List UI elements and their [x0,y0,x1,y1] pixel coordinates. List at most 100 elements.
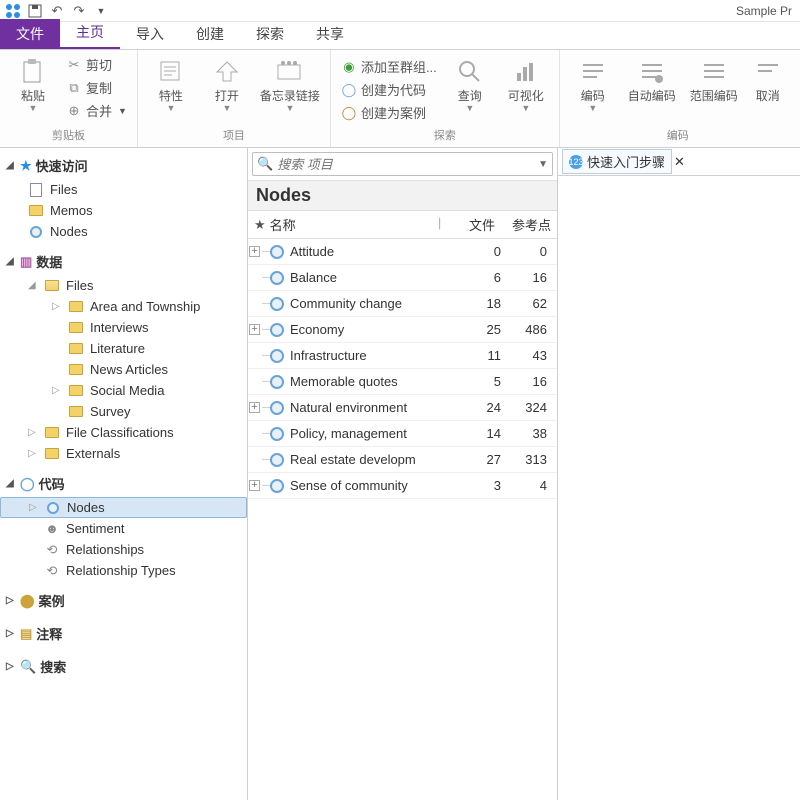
expand-icon[interactable]: ▷ [52,385,62,396]
list-body: +—Attitude00—Balance616—Community change… [248,239,557,800]
copy-button[interactable]: ⧉复制 [64,77,129,98]
nav-item-relationship-types[interactable]: ⟲Relationship Types [0,560,247,581]
nav-item-quick-files[interactable]: Files [0,179,247,200]
ribbon-tabs: 文件 主页 导入 创建 探索 共享 [0,22,800,50]
nav-item-literature[interactable]: Literature [0,338,247,359]
nav-item-interviews[interactable]: Interviews [0,317,247,338]
close-tab-icon[interactable]: ✕ [674,154,685,170]
chevron-down-icon: ◢ [6,478,16,489]
memo-link-button[interactable]: 备忘录链接 ▼ [258,54,322,113]
nav-item-social[interactable]: ▷Social Media [0,380,247,401]
node-file-count: 11 [453,348,501,363]
node-row[interactable]: —Real estate developm27313 [248,447,557,473]
nav-item-label: News Articles [90,362,168,377]
nav-item-relationships[interactable]: ⟲Relationships [0,539,247,560]
nav-item-sentiment[interactable]: ☻Sentiment [0,518,247,539]
list-title: Nodes [248,181,557,211]
expand-icon[interactable]: + [249,480,260,491]
folder-icon [68,300,84,314]
chevron-down-icon[interactable]: ▼ [538,159,548,170]
nav-header-cases[interactable]: ▷⬤案例 [0,587,247,614]
node-ref-count: 38 [501,426,557,441]
autocode-button[interactable]: 自动编码 [624,54,680,103]
node-file-count: 6 [453,270,501,285]
cancel-code-button[interactable]: 取消 [748,54,788,103]
node-ref-count: 4 [501,478,557,493]
nav-item-externals[interactable]: ▷Externals [0,443,247,464]
detail-panel: 123 快速入门步骤 ✕ [558,148,800,800]
nav-item-files[interactable]: ◢Files [0,275,247,296]
expand-icon[interactable]: ▷ [29,502,39,513]
cut-button[interactable]: ✂剪切 [64,54,129,75]
expand-icon[interactable]: + [249,324,260,335]
paste-icon [17,56,49,88]
node-row[interactable]: +—Attitude00 [248,239,557,265]
node-ref-count: 16 [501,270,557,285]
save-icon[interactable] [26,2,44,20]
add-to-group-button[interactable]: ◉添加至群组... [339,56,439,77]
merge-button[interactable]: ⊕合并▼ [64,100,129,121]
tree-line: — [262,272,268,283]
open-button[interactable]: 打开 ▼ [202,54,252,113]
node-name: Community change [290,296,453,311]
create-case-button[interactable]: ◯创建为案例 [339,102,439,123]
tree-line: — [262,298,268,309]
nav-header-code[interactable]: ◢ ◯ 代码 [0,470,247,497]
tab-file[interactable]: 文件 [0,19,60,49]
node-ref-count: 313 [501,452,557,467]
query-button[interactable]: 查询 ▼ [445,54,495,113]
node-row[interactable]: +—Sense of community34 [248,473,557,499]
collapse-icon[interactable]: ◢ [28,280,38,291]
folder-icon [44,279,60,293]
nav-item-news[interactable]: News Articles [0,359,247,380]
tab-explore[interactable]: 探索 [240,19,300,49]
node-icon [270,375,284,389]
node-row[interactable]: —Policy, management1438 [248,421,557,447]
create-code-button[interactable]: ◯创建为代码 [339,79,439,100]
tab-home[interactable]: 主页 [60,17,120,49]
node-icon [270,349,284,363]
node-name: Economy [290,322,453,337]
paste-button[interactable]: 粘贴 ▼ [8,54,58,113]
search-input[interactable] [277,157,538,172]
node-row[interactable]: —Infrastructure1143 [248,343,557,369]
column-header-name[interactable]: ★名称▏ [248,211,453,238]
nav-item-survey[interactable]: Survey [0,401,247,422]
range-code-button[interactable]: 范围编码 [686,54,742,103]
code-button[interactable]: 编码 ▼ [568,54,618,113]
expand-icon[interactable]: ▷ [28,448,38,459]
nav-header-data[interactable]: ◢ ▥ 数据 [0,248,247,275]
node-row[interactable]: —Memorable quotes516 [248,369,557,395]
nav-item-label: Area and Township [90,299,200,314]
cancel-icon [752,56,784,88]
node-row[interactable]: —Community change1862 [248,291,557,317]
visualize-button[interactable]: 可视化 ▼ [501,54,551,113]
detail-tab[interactable]: 123 快速入门步骤 [562,149,672,174]
node-row[interactable]: +—Economy25486 [248,317,557,343]
tab-create[interactable]: 创建 [180,19,240,49]
expand-icon[interactable]: ▷ [28,427,38,438]
expand-icon[interactable]: + [249,246,260,257]
nav-item-label: Survey [90,404,130,419]
tab-import[interactable]: 导入 [120,19,180,49]
nav-header-search[interactable]: ▷🔍搜索 [0,653,247,680]
column-header-ref[interactable]: 参考点 [501,211,557,238]
nav-item-area[interactable]: ▷ Area and Township [0,296,247,317]
nav-item-quick-memos[interactable]: Memos [0,200,247,221]
column-header-file[interactable]: 文件 [453,211,501,238]
node-icon [270,479,284,493]
search-box[interactable]: 🔍 ▼ [252,152,553,176]
nav-item-nodes[interactable]: ▷Nodes [0,497,247,518]
expand-icon[interactable]: ▷ [52,301,62,312]
folder-icon [68,363,84,377]
nav-item-quick-nodes[interactable]: Nodes [0,221,247,242]
expand-icon[interactable]: + [249,402,260,413]
nav-item-file-classifications[interactable]: ▷File Classifications [0,422,247,443]
tab-share[interactable]: 共享 [300,19,360,49]
node-row[interactable]: —Balance616 [248,265,557,291]
nav-item-label: Relationships [66,542,144,557]
node-row[interactable]: +—Natural environment24324 [248,395,557,421]
nav-header-notes[interactable]: ▷▤注释 [0,620,247,647]
nav-header-quick[interactable]: ◢ ★ 快速访问 [0,152,247,179]
properties-button[interactable]: 特性 ▼ [146,54,196,113]
